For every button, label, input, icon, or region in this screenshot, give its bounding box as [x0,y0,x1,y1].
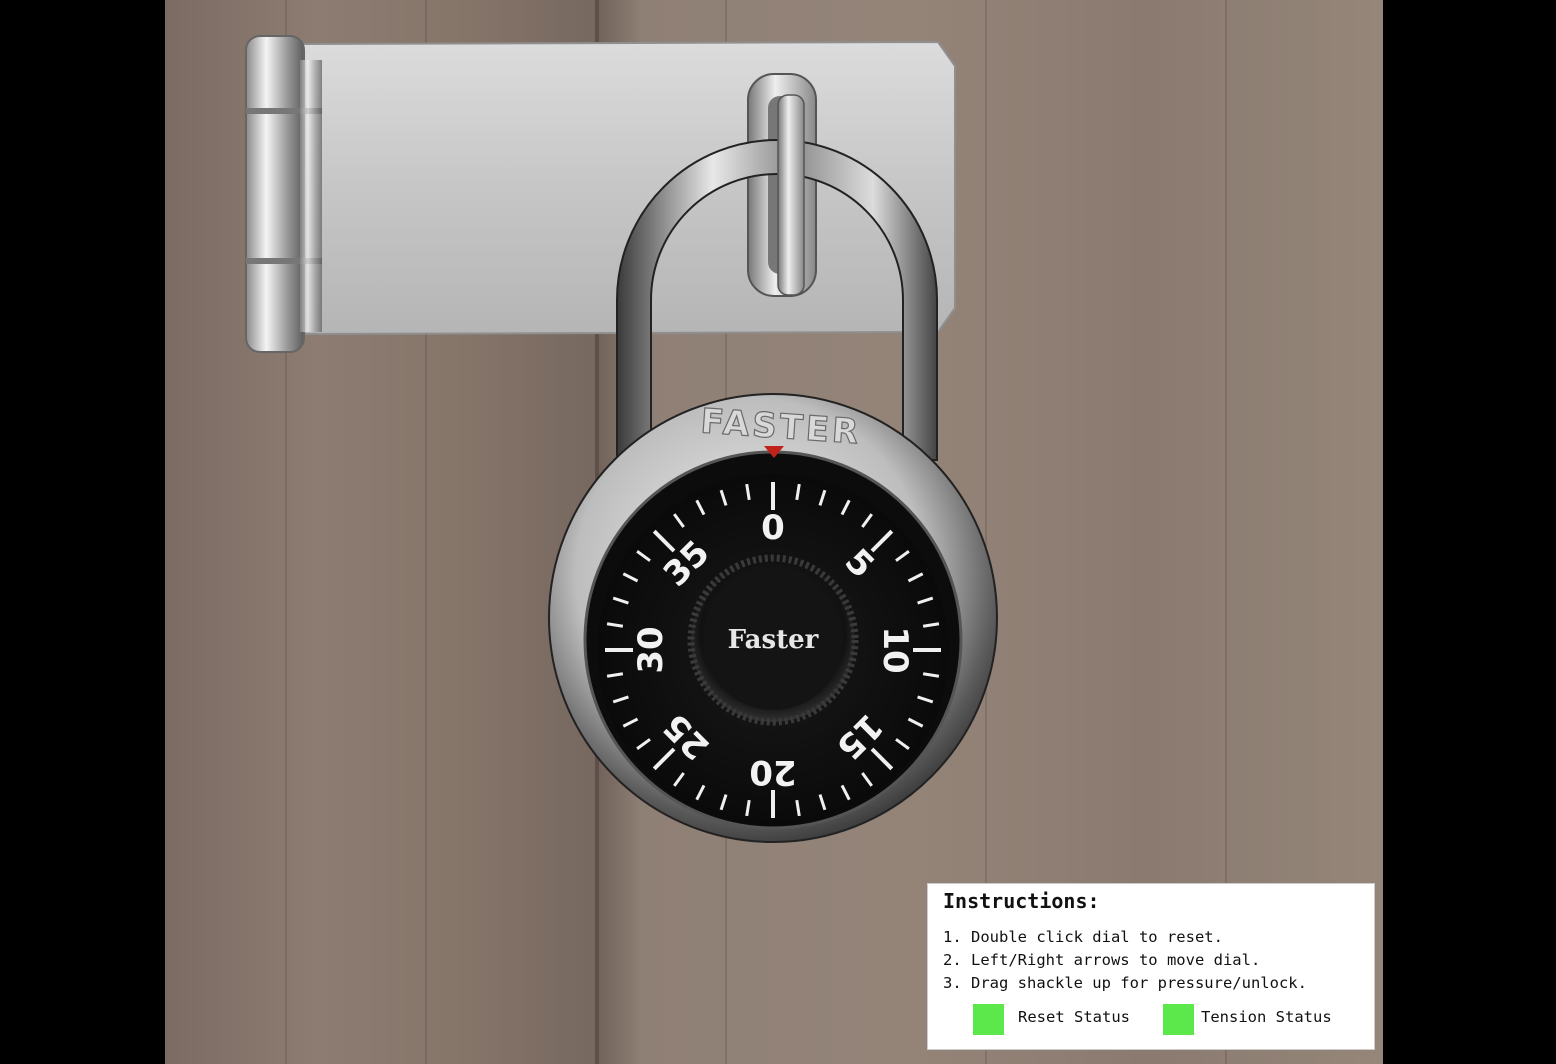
instructions-panel: Instructions: 1. Double click dial to re… [927,883,1375,1050]
dial-number: 30 [631,626,671,673]
tension-status-label: Tension Status [1201,1008,1332,1026]
tension-status-indicator [1163,1004,1194,1035]
reset-status-label: Reset Status [1018,1008,1130,1026]
combination-dial[interactable]: 05101520253035 Faster [597,474,949,826]
instruction-line: 1. Double click dial to reset. [943,928,1223,946]
instructions-title: Instructions: [943,889,1100,913]
hasp-hinge [245,35,322,353]
dial-number: 10 [875,626,915,673]
reset-status-indicator [973,1004,1004,1035]
dial-number: 20 [749,752,796,792]
instruction-line: 3. Drag shackle up for pressure/unlock. [943,974,1307,992]
brand-center-label: Faster [728,625,819,655]
instruction-line: 2. Left/Right arrows to move dial. [943,951,1261,969]
dial-number: 0 [761,508,785,548]
dial-knob[interactable]: Faster [687,554,859,726]
hasp-staple-front [777,94,805,296]
